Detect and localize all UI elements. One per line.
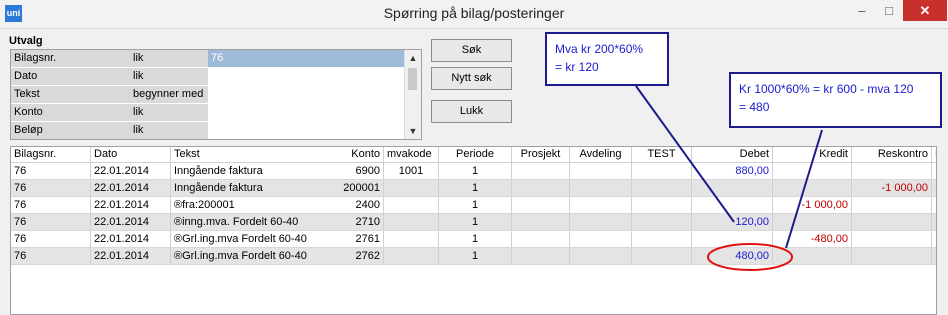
annotation-overlay (635, 85, 823, 271)
annotation-arrow-line (785, 129, 823, 249)
annotation-arrow-line (635, 85, 735, 223)
highlight-circle (707, 243, 793, 271)
